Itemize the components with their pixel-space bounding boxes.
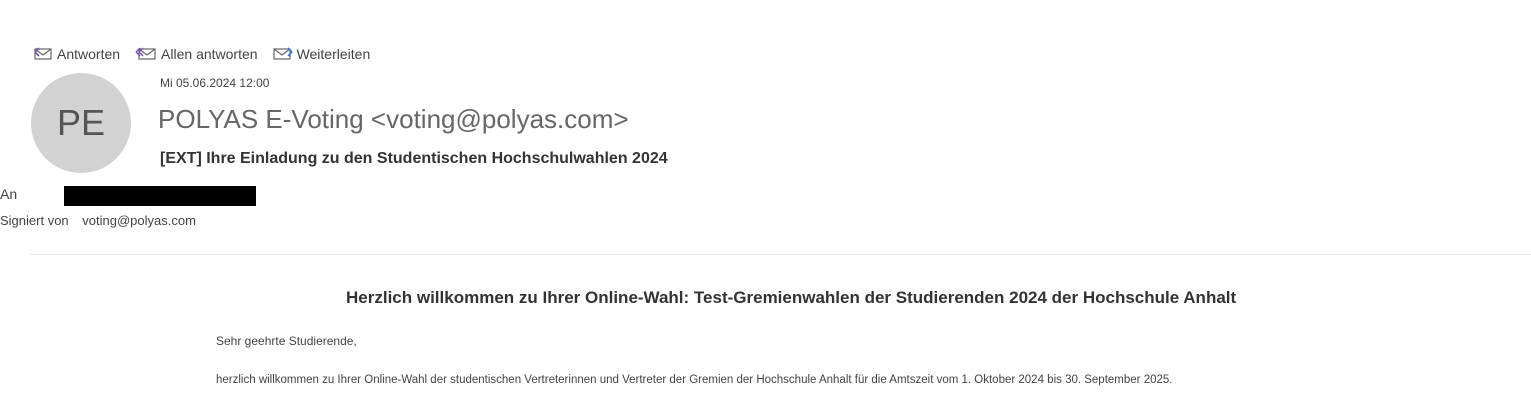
body-greeting: Sehr geehrte Studierende, [216, 334, 357, 348]
forward-button[interactable]: Weiterleiten [272, 44, 371, 63]
body-heading: Herzlich willkommen zu Ihrer Online-Wahl… [346, 288, 1237, 307]
signed-by-row: Signiert von voting@polyas.com [0, 213, 196, 228]
reply-all-label: Allen antworten [161, 45, 258, 62]
forward-label: Weiterleiten [296, 45, 371, 62]
signed-by-label: Signiert von [0, 213, 69, 228]
message-date: Mi 05.06.2024 12:00 [160, 76, 270, 90]
body-paragraph: herzlich willkommen zu Ihrer Online-Wahl… [216, 374, 1173, 386]
recipient-row: An [0, 186, 25, 202]
reply-all-button[interactable]: Allen antworten [134, 44, 258, 63]
reply-all-icon [134, 44, 161, 63]
forward-icon [272, 44, 297, 63]
sender-name[interactable]: POLYAS E-Voting <voting@polyas.com> [158, 104, 629, 135]
reply-label: Antworten [57, 45, 121, 62]
redacted-recipient [64, 186, 256, 206]
sender-avatar: PE [31, 73, 131, 173]
message-subject: [EXT] Ihre Einladung zu den Studentische… [160, 150, 668, 167]
header-divider [30, 254, 1531, 255]
signed-by-value[interactable]: voting@polyas.com [82, 213, 196, 228]
message-toolbar: Antworten Allen antworten Weiterleiten [32, 44, 384, 63]
reply-icon [32, 44, 57, 63]
to-label: An [0, 186, 18, 202]
reply-button[interactable]: Antworten [32, 44, 120, 63]
